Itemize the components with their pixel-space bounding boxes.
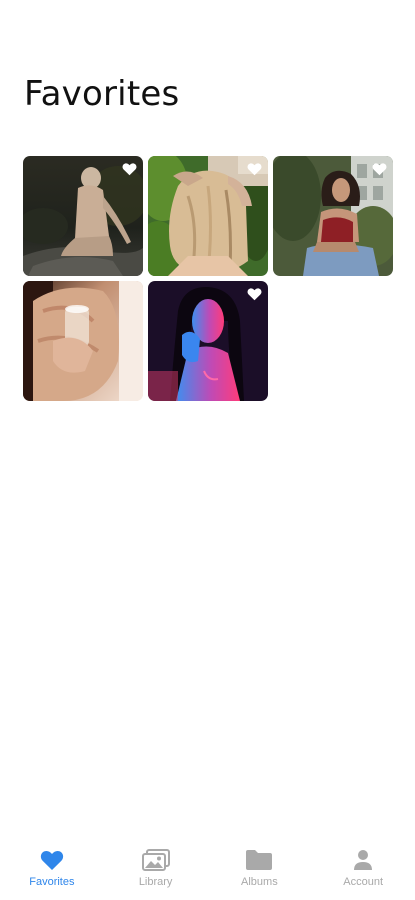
favorite-heart-icon[interactable] xyxy=(247,162,262,176)
photo-tile[interactable] xyxy=(23,156,143,276)
favorites-screen: Favorites Favorites Library Albums Accou… xyxy=(0,0,415,900)
tab-library[interactable]: Library xyxy=(104,830,208,888)
tab-albums[interactable]: Albums xyxy=(208,830,312,888)
favorite-heart-icon[interactable] xyxy=(372,162,387,176)
heart-icon xyxy=(38,848,66,872)
bottom-tab-bar: Favorites Library Albums Account xyxy=(0,830,415,900)
photo-tile[interactable] xyxy=(273,156,393,276)
photo-grid xyxy=(23,156,393,401)
tab-favorites[interactable]: Favorites xyxy=(0,830,104,888)
photo-thumbnail xyxy=(23,281,143,401)
photo-tile[interactable] xyxy=(148,156,268,276)
favorite-heart-icon[interactable] xyxy=(122,162,137,176)
page-title: Favorites xyxy=(24,74,180,114)
favorite-heart-icon[interactable] xyxy=(247,287,262,301)
photo-tile[interactable] xyxy=(23,281,143,401)
tab-label: Albums xyxy=(241,876,278,888)
folder-icon xyxy=(245,848,273,872)
tab-account[interactable]: Account xyxy=(311,830,415,888)
person-icon xyxy=(349,848,377,872)
tab-label: Account xyxy=(343,876,383,888)
tab-label: Favorites xyxy=(29,876,75,888)
tab-label: Library xyxy=(138,876,173,888)
photo-tile[interactable] xyxy=(148,281,268,401)
photos-stack-icon xyxy=(141,848,170,872)
